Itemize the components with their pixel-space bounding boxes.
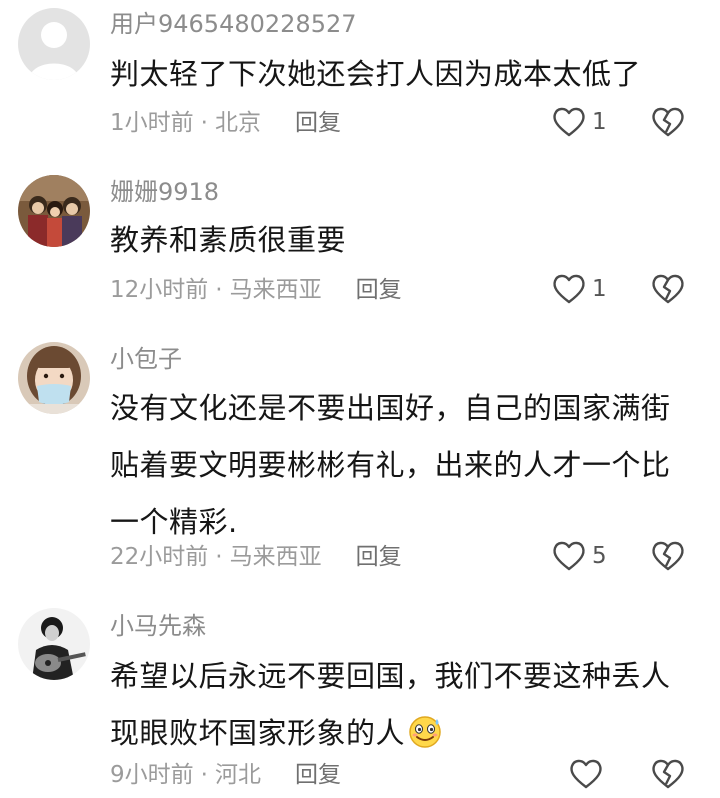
comment-time: 22小时前	[110, 544, 209, 570]
like-count: 5	[592, 543, 607, 569]
comment-meta: 1小时前 · 北京 回复	[110, 108, 341, 138]
broken-heart-icon[interactable]	[651, 758, 685, 790]
comment-location: 河北	[214, 762, 261, 788]
avatar[interactable]	[18, 608, 90, 680]
heart-icon	[553, 541, 585, 571]
like-button[interactable]	[569, 756, 609, 792]
separator-dot: ·	[200, 110, 208, 136]
comment-location: 北京	[214, 110, 261, 136]
separator-dot: ·	[200, 762, 208, 788]
comment-username[interactable]: 用户9465480228527	[110, 10, 357, 38]
guitar-player-avatar-icon	[18, 608, 90, 680]
heart-icon	[553, 274, 585, 304]
comment-text: 判太轻了下次她还会打人因为成本太低了	[110, 57, 642, 91]
like-count: 1	[592, 109, 607, 135]
comment-time: 1小时前	[110, 110, 194, 136]
separator-dot: ·	[215, 544, 223, 570]
comment-location: 马来西亚	[229, 277, 322, 303]
comment-text: 希望以后永远不要回国，我们不要这种丢人现眼败坏国家形象的人	[110, 648, 690, 762]
default-user-avatar-icon	[18, 8, 90, 80]
broken-heart-icon[interactable]	[651, 273, 685, 305]
avatar[interactable]	[18, 8, 90, 80]
like-count: 1	[592, 276, 607, 302]
avatar[interactable]	[18, 342, 90, 414]
family-photo-avatar-icon	[18, 175, 90, 247]
reply-button[interactable]: 回复	[295, 762, 341, 788]
comment-meta: 9小时前 · 河北 回复	[110, 760, 341, 790]
comment-meta: 12小时前 · 马来西亚 回复	[110, 275, 402, 305]
broken-heart-icon[interactable]	[651, 540, 685, 572]
comment-meta: 22小时前 · 马来西亚 回复	[110, 542, 402, 572]
masked-girl-avatar-icon	[18, 342, 90, 414]
comment-username[interactable]: 姗姗9918	[110, 178, 219, 206]
reply-button[interactable]: 回复	[356, 544, 402, 570]
separator-dot: ·	[215, 277, 223, 303]
avatar[interactable]	[18, 175, 90, 247]
reply-button[interactable]: 回复	[356, 277, 402, 303]
awkward-smile-emoji-icon	[409, 716, 441, 748]
like-button[interactable]: 1	[552, 104, 607, 140]
comment-text: 教养和素质很重要	[110, 223, 347, 257]
like-button[interactable]: 5	[552, 538, 607, 574]
heart-icon	[570, 759, 602, 789]
comment-username[interactable]: 小马先森	[110, 612, 206, 640]
comment-text: 没有文化还是不要出国好，自己的国家满街贴着要文明要彬彬有礼，出来的人才一个比一个…	[110, 391, 671, 539]
comment-time: 12小时前	[110, 277, 209, 303]
like-button[interactable]: 1	[552, 271, 607, 307]
heart-icon	[553, 107, 585, 137]
broken-heart-icon[interactable]	[651, 106, 685, 138]
comment-text-body: 希望以后永远不要回国，我们不要这种丢人现眼败坏国家形象的人	[110, 659, 671, 750]
reply-button[interactable]: 回复	[295, 110, 341, 136]
comment-location: 马来西亚	[229, 544, 322, 570]
comment-time: 9小时前	[110, 762, 194, 788]
comment-username[interactable]: 小包子	[110, 345, 182, 373]
